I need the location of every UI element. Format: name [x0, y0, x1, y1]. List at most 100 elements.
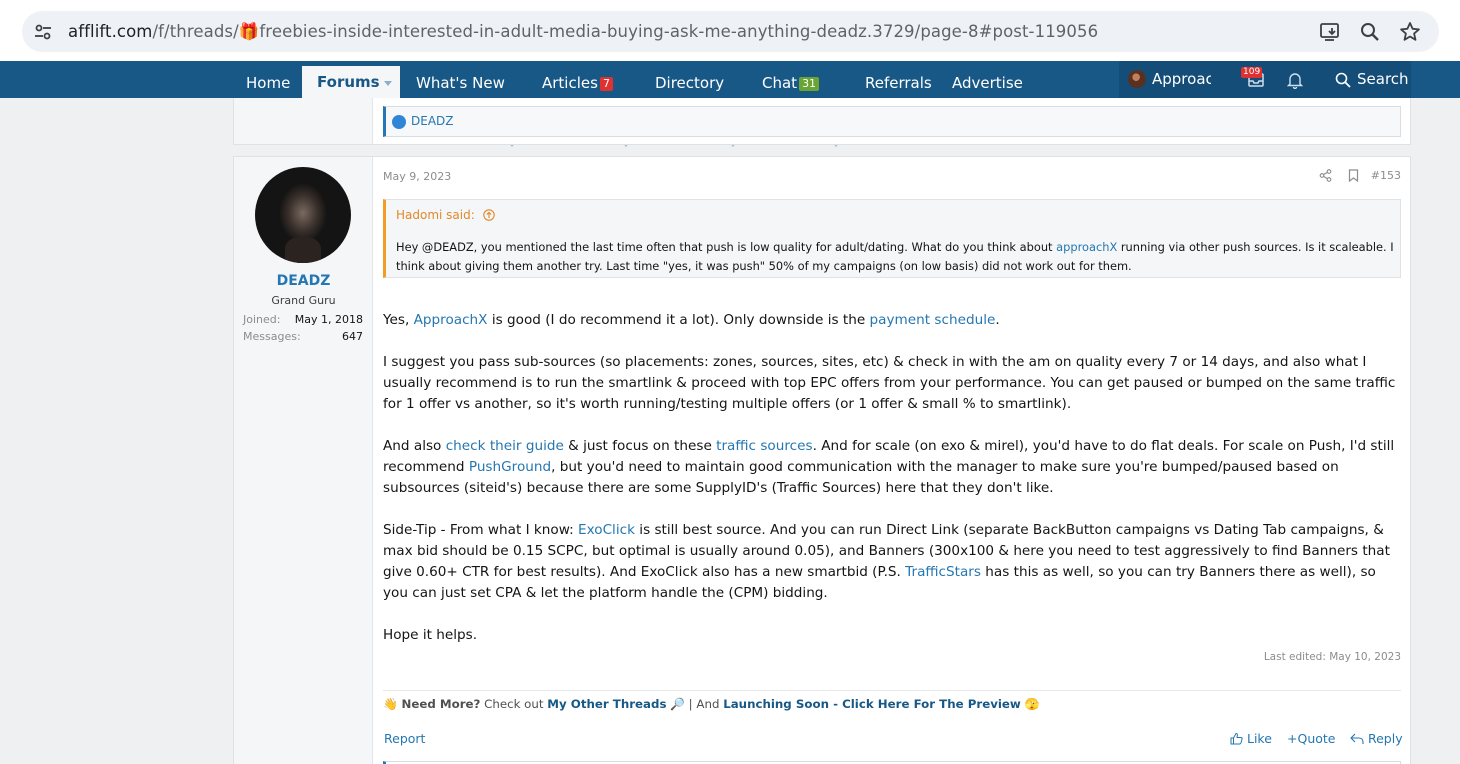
nav-forums[interactable]: Forums	[302, 66, 400, 98]
post-header-actions: #153	[1311, 168, 1401, 184]
post: DEADZ Grand Guru Joined: May 1, 2018 Mes…	[233, 156, 1411, 764]
quote-author[interactable]: Hadomi said:	[396, 208, 495, 222]
url-host: afflift.com	[68, 22, 153, 41]
post-date[interactable]: May 9, 2023	[383, 170, 451, 183]
signature: 👋 Need More? Check out My Other Threads …	[383, 697, 1039, 711]
bookmark-star-icon[interactable]	[1398, 20, 1422, 44]
zoom-icon[interactable]	[1358, 20, 1382, 44]
nav-whats-new-label: What's New	[416, 74, 505, 92]
joined-label: Joined:	[243, 313, 281, 326]
reply-arrow-icon	[1350, 733, 1364, 744]
link-traffic-sources[interactable]: traffic sources	[716, 438, 812, 454]
user-joined: Joined: May 1, 2018	[243, 313, 363, 326]
address-bar[interactable]: afflift.com/f/threads/🎁freebies-inside-i…	[22, 11, 1439, 52]
signature-need-more: Need More?	[401, 697, 481, 711]
nav-home-label: Home	[246, 74, 291, 92]
link-my-other-threads[interactable]: My Other Threads	[547, 697, 666, 711]
browser-toolbar: afflift.com/f/threads/🎁freebies-inside-i…	[0, 0, 1460, 61]
message-paragraph: I suggest you pass sub-sources (so place…	[383, 354, 1396, 412]
chat-count-badge: 31	[799, 77, 820, 91]
text-segment: And also	[383, 438, 446, 454]
nav-forums-label: Forums	[317, 73, 380, 91]
search-icon	[1335, 72, 1351, 88]
articles-count-badge: 7	[599, 77, 613, 91]
peeking-face-emoji-icon: 🫣	[1024, 697, 1040, 711]
quote-label: Quote	[1297, 731, 1336, 746]
nav-advertise[interactable]: Advertise	[952, 61, 1023, 98]
post-user-cell: DEADZ Grand Guru Joined: May 1, 2018 Mes…	[234, 157, 373, 764]
link-trafficstars[interactable]: TrafficStars	[905, 564, 981, 580]
site-nav: Home Forums What's New Articles 7 Directo…	[0, 61, 1460, 147]
message-paragraph: And also check their guide & just focus …	[383, 436, 1401, 499]
chevron-down-icon[interactable]	[384, 81, 392, 86]
message-paragraph: Hope it helps.	[383, 627, 478, 643]
url-text[interactable]: afflift.com/f/threads/🎁freebies-inside-i…	[68, 22, 1098, 42]
link-launching-soon[interactable]: Launching Soon - Click Here For The Prev…	[723, 697, 1021, 711]
user-messages: Messages: 647	[243, 330, 363, 343]
nav-directory[interactable]: Directory	[655, 61, 724, 98]
post-number[interactable]: #153	[1371, 169, 1401, 182]
url-path: /f/threads/🎁freebies-inside-interested-i…	[152, 22, 1099, 41]
nav-chat[interactable]: Chat 31	[762, 61, 820, 98]
text-segment: Yes,	[383, 312, 414, 328]
like-reaction-icon	[392, 115, 406, 129]
share-icon[interactable]	[1319, 169, 1332, 182]
avatar	[1128, 70, 1146, 88]
nav-articles[interactable]: Articles 7	[542, 61, 613, 98]
site-settings-icon[interactable]	[32, 21, 54, 43]
avatar[interactable]	[255, 167, 351, 263]
nav-referrals[interactable]: Referrals	[865, 61, 932, 98]
message-paragraph: Yes, ApproachX is good (I do recommend i…	[383, 310, 1401, 331]
link-payment-schedule[interactable]: payment schedule	[870, 312, 996, 328]
account-menu[interactable]: ApproachX	[1119, 61, 1234, 98]
bookmark-icon[interactable]	[1348, 169, 1359, 182]
like-label: Like	[1246, 731, 1272, 746]
thumbs-up-icon	[1230, 732, 1243, 745]
quote-author-label: Hadomi said:	[396, 208, 475, 222]
link-pushground[interactable]: PushGround	[469, 459, 551, 475]
text-segment: .	[995, 312, 1000, 328]
wave-emoji-icon: 👋	[383, 697, 398, 711]
nav-chat-label: Chat	[762, 74, 798, 92]
quote-block: Hadomi said: Hey @DEADZ, you mentioned t…	[383, 199, 1401, 278]
nav-referrals-label: Referrals	[865, 74, 932, 92]
text-segment: is good (I do recommend it a lot). Only …	[487, 312, 870, 328]
text-segment: & just focus on these	[563, 438, 717, 454]
like-button[interactable]: Like	[1230, 731, 1272, 746]
nav-directory-label: Directory	[655, 74, 725, 92]
quote-text-part: Hey @DEADZ, you mentioned the last time …	[396, 240, 1057, 254]
quote-link-approachx[interactable]: approachX	[1056, 240, 1117, 254]
quote-text: Hey @DEADZ, you mentioned the last time …	[396, 238, 1396, 276]
link-exoclick[interactable]: ExoClick	[578, 522, 635, 538]
reply-button[interactable]: Reply	[1350, 731, 1403, 746]
search-label: Search	[1357, 70, 1409, 88]
text-segment: Side-Tip - From what I know:	[383, 522, 579, 538]
post-username[interactable]: DEADZ	[234, 273, 373, 289]
plus-icon: +	[1287, 731, 1298, 746]
reactions-bar[interactable]: DEADZ	[383, 106, 1401, 137]
magnifier-emoji-icon: 🔎	[670, 697, 685, 711]
message-content: Yes, ApproachX is good (I do recommend i…	[383, 310, 1401, 667]
message-paragraph: Side-Tip - From what I know: ExoClick is…	[383, 520, 1401, 604]
quote-button[interactable]: +Quote	[1287, 731, 1336, 746]
nav-whats-new[interactable]: What's New	[416, 61, 505, 98]
nav-home[interactable]: Home	[246, 61, 290, 98]
previous-post-user-cell	[234, 98, 373, 144]
nav-articles-label: Articles	[542, 74, 598, 92]
nav-notifications: 109	[1211, 61, 1323, 98]
bell-icon[interactable]	[1287, 71, 1303, 89]
nav-advertise-label: Advertise	[952, 74, 1023, 92]
messages-label: Messages:	[243, 330, 301, 343]
arrow-up-circle-icon[interactable]	[482, 209, 495, 221]
user-title: Grand Guru	[271, 294, 336, 307]
search-button[interactable]: Search	[1323, 61, 1411, 98]
reply-label: Reply	[1367, 731, 1403, 746]
link-check-their-guide[interactable]: check their guide	[446, 438, 564, 454]
reaction-user-link[interactable]: DEADZ	[411, 114, 454, 128]
report-link[interactable]: Report	[384, 731, 425, 746]
install-app-icon[interactable]	[1318, 20, 1342, 44]
last-edited: Last edited: May 10, 2023	[1263, 651, 1401, 663]
messages-value[interactable]: 647	[342, 330, 363, 343]
link-approachx[interactable]: ApproachX	[414, 312, 488, 328]
signature-text: Check out	[480, 697, 548, 711]
